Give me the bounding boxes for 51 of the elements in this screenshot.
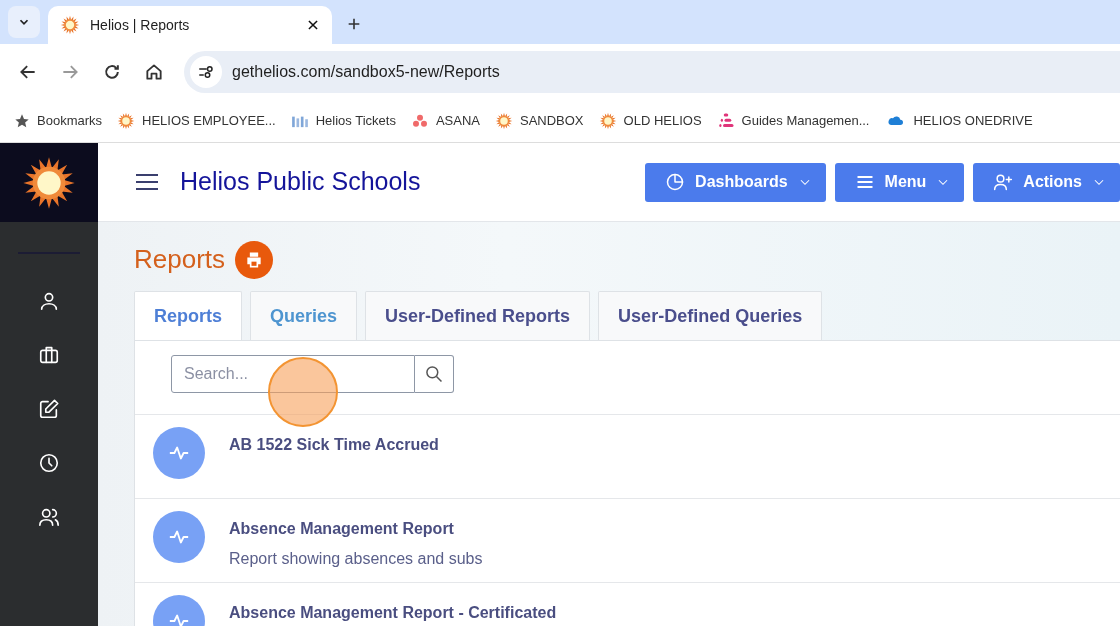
bookmark[interactable]: HELIOS EMPLOYEE... bbox=[117, 111, 276, 131]
bookmark[interactable]: HELIOS ONEDRIVE bbox=[884, 111, 1033, 131]
briefcase-icon bbox=[38, 344, 60, 366]
report-title: AB 1522 Sick Time Accrued bbox=[229, 435, 439, 455]
report-row[interactable]: Absence Management Report Report showing absences and subs bbox=[135, 499, 1120, 583]
pie-chart-icon bbox=[665, 172, 686, 192]
bookmark[interactable]: Guides Managemen... bbox=[716, 111, 870, 131]
search-button[interactable] bbox=[415, 355, 454, 393]
tab[interactable]: User-Defined Queries bbox=[598, 291, 823, 340]
three-dots-icon bbox=[410, 113, 429, 129]
person-icon bbox=[38, 290, 60, 312]
close-icon bbox=[306, 18, 320, 32]
tab-title: Helios | Reports bbox=[90, 15, 191, 35]
bookmark[interactable]: SANDBOX bbox=[494, 111, 584, 131]
tab[interactable]: Reports bbox=[134, 291, 242, 340]
bookmark[interactable]: OLD HELIOS bbox=[598, 111, 702, 131]
report-row[interactable]: AB 1522 Sick Time Accrued bbox=[135, 415, 1120, 499]
helios-logo-icon bbox=[290, 114, 309, 128]
print-button[interactable] bbox=[235, 240, 274, 279]
bookmark[interactable]: ASANA bbox=[410, 111, 480, 131]
search-field[interactable]: Search... bbox=[171, 355, 415, 393]
menu-icon bbox=[134, 171, 160, 193]
users-icon bbox=[38, 506, 60, 528]
sun-icon bbox=[60, 15, 80, 35]
header-dropdown-button[interactable]: Menu bbox=[834, 162, 965, 202]
address-bar[interactable]: gethelios.com/sandbox5-new/Reports bbox=[184, 51, 1120, 93]
bookmark[interactable]: Bookmarks bbox=[14, 111, 103, 131]
home-icon bbox=[144, 62, 164, 82]
reload-icon bbox=[102, 62, 122, 82]
browser-tab[interactable]: Helios | Reports bbox=[48, 6, 332, 44]
search-icon bbox=[424, 364, 444, 384]
star-icon bbox=[14, 113, 30, 129]
bookmark[interactable]: Helios Tickets bbox=[290, 111, 396, 131]
site-settings-icon bbox=[197, 63, 215, 81]
app-title: Helios Public Schools bbox=[180, 166, 422, 198]
report-title: Absence Management Report - Certificated bbox=[229, 603, 557, 623]
stacked-bars-icon bbox=[716, 112, 735, 130]
report-row[interactable]: Absence Management Report - Certificated bbox=[135, 583, 1120, 626]
report-description: Report showing absences and subs bbox=[229, 549, 483, 569]
header-dropdown-button[interactable]: Actions bbox=[973, 162, 1120, 202]
report-title: Absence Management Report bbox=[229, 519, 455, 539]
sun-icon bbox=[598, 112, 617, 130]
sun-icon bbox=[117, 112, 136, 130]
header-dropdown-button[interactable]: Dashboards bbox=[645, 162, 826, 202]
url-text: gethelios.com/sandbox5-new/Reports bbox=[232, 62, 500, 82]
tab[interactable]: User-Defined Reports bbox=[365, 291, 591, 340]
page-title: Reports bbox=[134, 243, 226, 276]
edit-icon bbox=[38, 398, 60, 420]
clock-icon bbox=[38, 452, 60, 474]
user-plus-icon bbox=[993, 172, 1014, 192]
sun-icon bbox=[494, 112, 513, 130]
